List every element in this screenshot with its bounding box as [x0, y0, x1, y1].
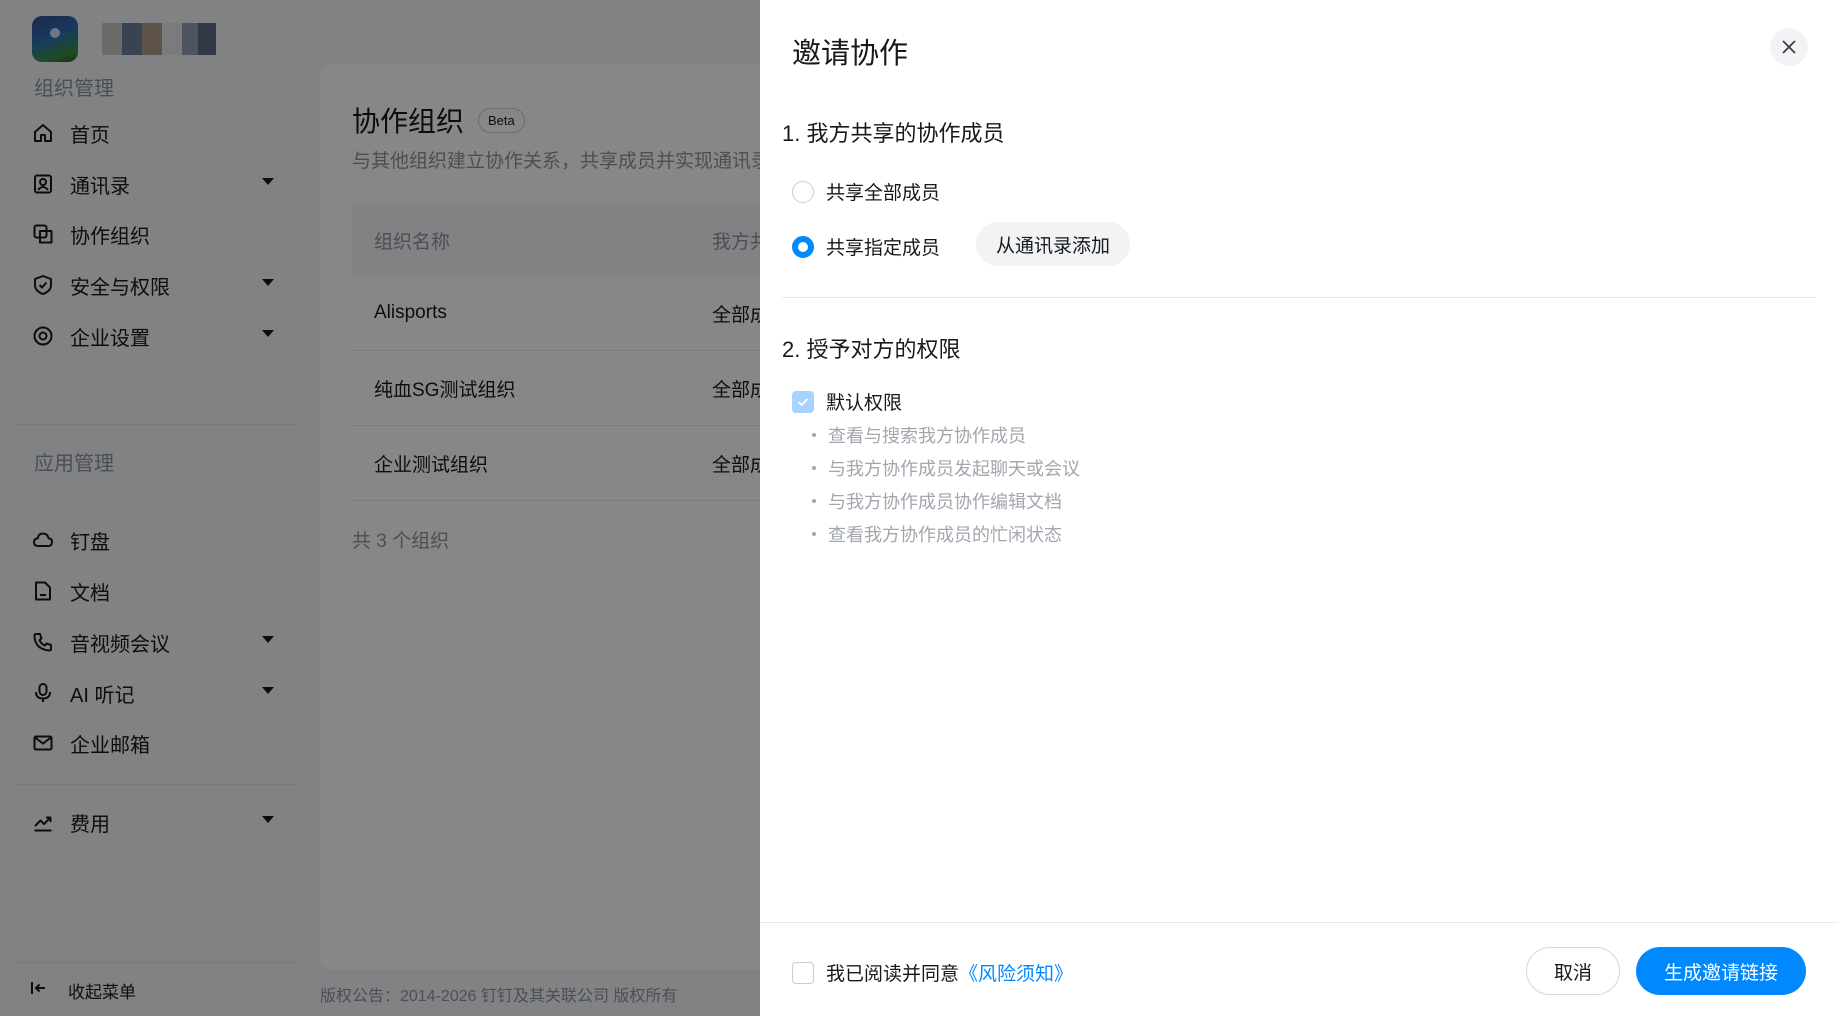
cancel-button[interactable]: 取消 [1526, 947, 1620, 995]
default-permission-checkbox-row: 默认权限 [792, 388, 902, 415]
section-title-permissions: 2. 授予对方的权限 [782, 337, 961, 362]
radio-label: 共享指定成员 [826, 238, 941, 259]
permission-item: 查看我方协作成员的忙闲状态 [812, 517, 1080, 550]
agree-checkbox[interactable] [792, 961, 814, 984]
permission-item: 与我方协作成员协作编辑文档 [812, 484, 1080, 517]
radio-share-all[interactable]: 共享全部成员 [792, 178, 940, 205]
radio-checked[interactable] [792, 235, 814, 258]
drawer-title: 邀请协作 [792, 38, 909, 70]
permission-item: 与我方协作成员发起聊天或会议 [812, 451, 1080, 484]
drawer-footer: 我已阅读并同意 《风险须知》 取消 生成邀请链接 [760, 922, 1838, 1016]
generate-invite-link-button[interactable]: 生成邀请链接 [1636, 947, 1806, 995]
permission-item: 查看与搜索我方协作成员 [812, 418, 1080, 451]
default-permission-label: 默认权限 [826, 393, 903, 414]
radio-unchecked[interactable] [792, 180, 814, 203]
close-button[interactable] [1770, 28, 1808, 66]
section-divider [782, 297, 1816, 298]
check-icon [797, 397, 809, 406]
radio-label: 共享全部成员 [826, 183, 941, 204]
radio-share-specific[interactable]: 共享指定成员 [792, 233, 940, 260]
section-title-share: 1. 我方共享的协作成员 [782, 121, 1005, 146]
agree-text: 我已阅读并同意 [826, 964, 960, 985]
permission-list: 查看与搜索我方协作成员 与我方协作成员发起聊天或会议 与我方协作成员协作编辑文档… [812, 418, 1080, 550]
agree-terms-row[interactable]: 我已阅读并同意 《风险须知》 [792, 959, 1073, 986]
add-from-contacts-button[interactable]: 从通讯录添加 [976, 222, 1131, 266]
checkbox-checked-disabled [792, 390, 814, 413]
invite-drawer: 邀请协作 1. 我方共享的协作成员 共享全部成员 共享指定成员 从通讯录添加 2… [760, 0, 1838, 1016]
risk-notice-link[interactable]: 《风险须知》 [959, 959, 1073, 986]
close-icon [1782, 40, 1796, 54]
